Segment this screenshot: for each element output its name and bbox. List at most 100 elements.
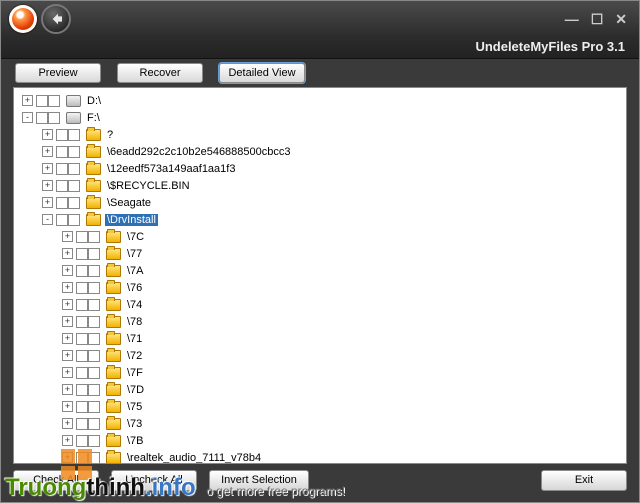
tree-node[interactable]: + \78 <box>16 313 624 330</box>
tree-node-label[interactable]: \7F <box>125 367 145 379</box>
checkbox[interactable] <box>68 197 80 209</box>
tree-node[interactable]: + \6eadd292c2c10b2e546888500cbcc3 <box>16 143 624 160</box>
checkbox[interactable] <box>36 95 48 107</box>
checkbox[interactable] <box>56 197 68 209</box>
checkbox[interactable] <box>76 333 88 345</box>
checkbox[interactable] <box>76 452 88 464</box>
uncheck-all-button[interactable]: Uncheck All <box>111 470 197 491</box>
expand-icon[interactable]: + <box>62 299 73 310</box>
tree-node-label[interactable]: \Seagate <box>105 197 153 209</box>
checkbox[interactable] <box>76 282 88 294</box>
checkbox[interactable] <box>68 146 80 158</box>
expand-icon[interactable]: + <box>62 384 73 395</box>
tree-node-label[interactable]: \6eadd292c2c10b2e546888500cbcc3 <box>105 146 293 158</box>
expand-icon[interactable]: + <box>62 316 73 327</box>
checkbox[interactable] <box>56 163 68 175</box>
tree-node-label[interactable]: \7D <box>125 384 146 396</box>
checkbox[interactable] <box>88 350 100 362</box>
expand-icon[interactable]: + <box>62 333 73 344</box>
tree-node-label[interactable]: \7A <box>125 265 146 277</box>
tab-recover[interactable]: Recover <box>117 63 203 83</box>
tree-node[interactable]: + \realtek_audio_7111_v78b4 <box>16 449 624 464</box>
checkbox[interactable] <box>76 367 88 379</box>
checkbox[interactable] <box>76 265 88 277</box>
checkbox[interactable] <box>88 452 100 464</box>
tree-node-label[interactable]: \7C <box>125 231 146 243</box>
invert-selection-button[interactable]: Invert Selection <box>209 470 309 491</box>
tree-node-label[interactable]: \76 <box>125 282 144 294</box>
checkbox[interactable] <box>88 384 100 396</box>
checkbox[interactable] <box>76 435 88 447</box>
expand-icon[interactable]: + <box>62 282 73 293</box>
checkbox[interactable] <box>76 350 88 362</box>
expand-icon[interactable]: + <box>42 180 53 191</box>
expand-icon[interactable]: + <box>22 95 33 106</box>
tree-node[interactable]: + \Seagate <box>16 194 624 211</box>
tree-node-label[interactable]: D:\ <box>85 95 103 107</box>
checkbox[interactable] <box>76 384 88 396</box>
exit-button[interactable]: Exit <box>541 470 627 491</box>
expand-icon[interactable]: + <box>62 367 73 378</box>
checkbox[interactable] <box>88 401 100 413</box>
tree-node[interactable]: + D:\ <box>16 92 624 109</box>
close-button[interactable]: ✕ <box>615 11 627 28</box>
tab-preview[interactable]: Preview <box>15 63 101 83</box>
tree-node-label[interactable]: \73 <box>125 418 144 430</box>
check-all-button[interactable]: Check All <box>13 470 99 491</box>
expand-icon[interactable]: + <box>42 129 53 140</box>
checkbox[interactable] <box>88 418 100 430</box>
tree-node-label[interactable]: \74 <box>125 299 144 311</box>
maximize-button[interactable]: ☐ <box>591 11 604 28</box>
checkbox[interactable] <box>76 316 88 328</box>
expand-icon[interactable]: + <box>62 452 73 463</box>
checkbox[interactable] <box>76 401 88 413</box>
checkbox[interactable] <box>36 112 48 124</box>
tree-node[interactable]: + \71 <box>16 330 624 347</box>
expand-icon[interactable]: + <box>42 146 53 157</box>
expand-icon[interactable]: + <box>62 248 73 259</box>
checkbox[interactable] <box>68 214 80 226</box>
checkbox[interactable] <box>88 316 100 328</box>
tree-node[interactable]: + \77 <box>16 245 624 262</box>
expand-icon[interactable]: + <box>62 435 73 446</box>
expand-icon[interactable]: + <box>62 265 73 276</box>
tree-node-label[interactable]: \77 <box>125 248 144 260</box>
tree-node[interactable]: + \7D <box>16 381 624 398</box>
tree-node-label[interactable]: F:\ <box>85 112 102 124</box>
checkbox[interactable] <box>88 299 100 311</box>
tree-node[interactable]: +\12eedf573a149aaf1aa1f3 <box>16 160 624 177</box>
tree-node-label[interactable]: \7B <box>125 435 146 447</box>
tree-node[interactable]: + \76 <box>16 279 624 296</box>
tree-node[interactable]: +\73 <box>16 415 624 432</box>
tree-node-label[interactable]: \78 <box>125 316 144 328</box>
tree-node[interactable]: +? <box>16 126 624 143</box>
checkbox[interactable] <box>88 231 100 243</box>
tree-node-label[interactable]: \71 <box>125 333 144 345</box>
expand-icon[interactable]: + <box>42 197 53 208</box>
tree-node-label[interactable]: \DrvInstall <box>105 214 158 226</box>
tree-node[interactable]: + \7F <box>16 364 624 381</box>
tree-node-label[interactable]: \realtek_audio_7111_v78b4 <box>125 452 263 464</box>
back-button[interactable] <box>41 4 71 34</box>
file-tree[interactable]: +D:\-F:\+?+\6eadd292c2c10b2e546888500cbc… <box>16 92 624 464</box>
checkbox[interactable] <box>56 214 68 226</box>
collapse-icon[interactable]: - <box>22 112 33 123</box>
tree-node-label[interactable]: \72 <box>125 350 144 362</box>
tree-node-label[interactable]: \12eedf573a149aaf1aa1f3 <box>105 163 237 175</box>
tree-node-label[interactable]: \75 <box>125 401 144 413</box>
checkbox[interactable] <box>76 248 88 260</box>
checkbox[interactable] <box>88 282 100 294</box>
checkbox[interactable] <box>48 112 60 124</box>
expand-icon[interactable]: + <box>62 350 73 361</box>
checkbox[interactable] <box>56 146 68 158</box>
tree-node[interactable]: +\75 <box>16 398 624 415</box>
checkbox[interactable] <box>76 418 88 430</box>
tree-node[interactable]: -\DrvInstall <box>16 211 624 228</box>
tree-node[interactable]: + \74 <box>16 296 624 313</box>
tree-node[interactable]: + \7B <box>16 432 624 449</box>
checkbox[interactable] <box>68 163 80 175</box>
checkbox[interactable] <box>88 333 100 345</box>
tree-node[interactable]: - F:\ <box>16 109 624 126</box>
checkbox[interactable] <box>88 367 100 379</box>
minimize-button[interactable]: — <box>565 11 579 27</box>
